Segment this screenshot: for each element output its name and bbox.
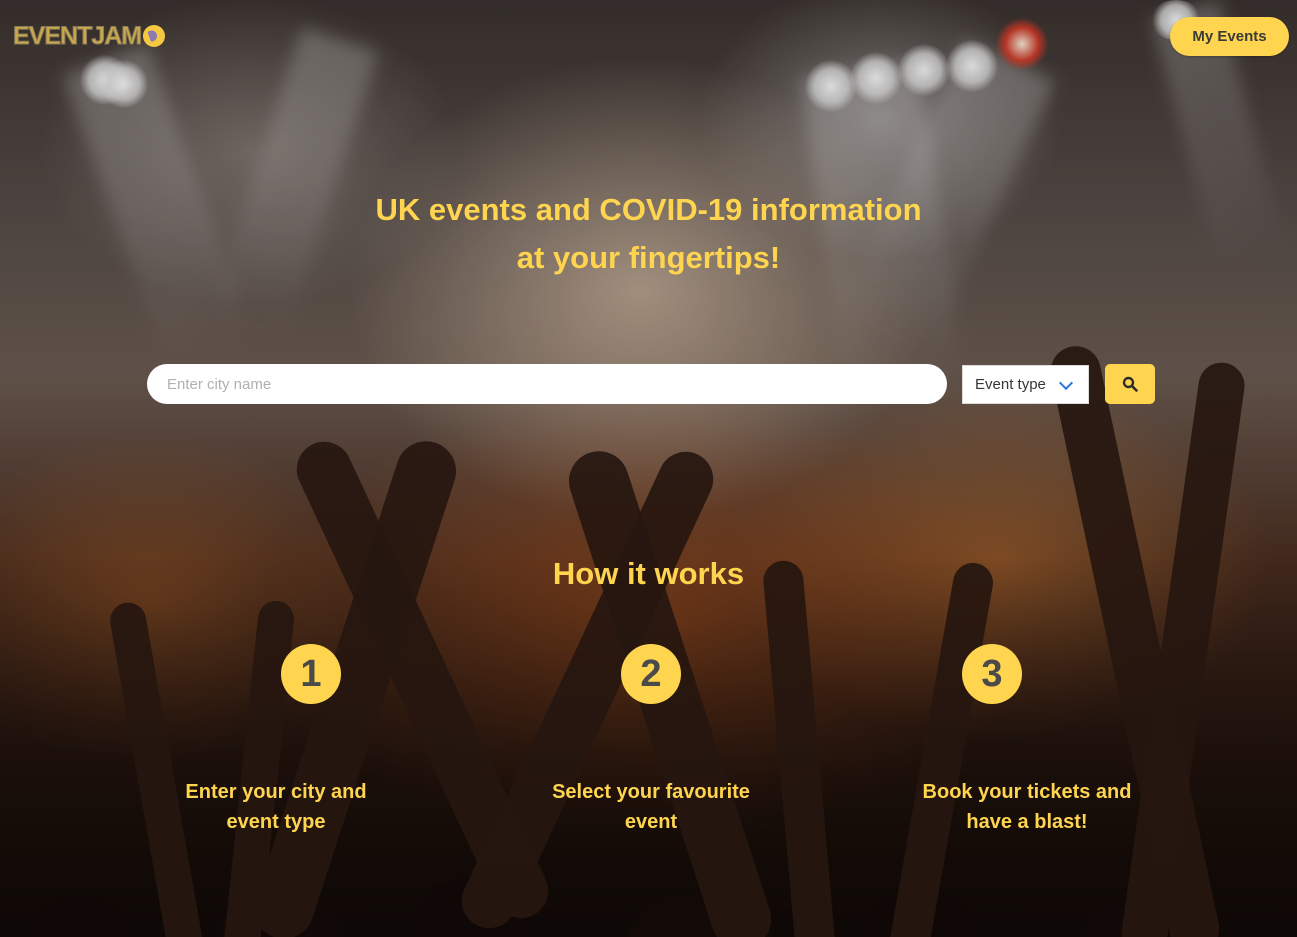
step-3-line2: have a blast! bbox=[966, 811, 1088, 833]
search-button[interactable] bbox=[1105, 364, 1155, 404]
hero-title: UK events and COVID-19 information at yo… bbox=[0, 186, 1297, 282]
step-1-number-badge: 1 bbox=[281, 644, 341, 704]
search-icon bbox=[1122, 376, 1138, 392]
step-1-line1: Enter your city and bbox=[185, 781, 367, 803]
step-2-description: Select your favourite event bbox=[521, 777, 781, 837]
how-it-works-title: How it works bbox=[552, 556, 745, 591]
eventjam-logo[interactable]: EVENTJAM bbox=[12, 22, 166, 51]
step-1-description: Enter your city and event type bbox=[146, 777, 406, 837]
hero-title-line1: UK events and COVID-19 information bbox=[375, 192, 922, 227]
chevron-down-icon bbox=[1058, 375, 1074, 391]
city-search-placeholder: Enter city name bbox=[167, 375, 272, 393]
step-2-line1: Select your favourite bbox=[552, 781, 750, 803]
logo-text: EVENTJAM bbox=[12, 22, 142, 51]
step-1-line2: event type bbox=[226, 811, 326, 833]
city-search-input[interactable]: Enter city name bbox=[147, 364, 947, 404]
megaphone-icon bbox=[143, 25, 166, 47]
step-3-description: Book your tickets and have a blast! bbox=[897, 777, 1157, 837]
step-2-number-badge: 2 bbox=[621, 644, 681, 704]
hero-title-line2: at your fingertips! bbox=[516, 240, 781, 275]
step-3-number-badge: 3 bbox=[962, 644, 1022, 704]
my-events-button[interactable]: My Events bbox=[1170, 17, 1289, 56]
landing-page: EVENTJAM My Events UK events and COVID-1… bbox=[0, 0, 1297, 937]
event-type-selected-value: Event type bbox=[975, 376, 1046, 393]
event-type-select[interactable]: Event type bbox=[962, 365, 1089, 404]
step-3-line1: Book your tickets and bbox=[922, 781, 1132, 803]
step-2-line2: event bbox=[624, 811, 678, 833]
